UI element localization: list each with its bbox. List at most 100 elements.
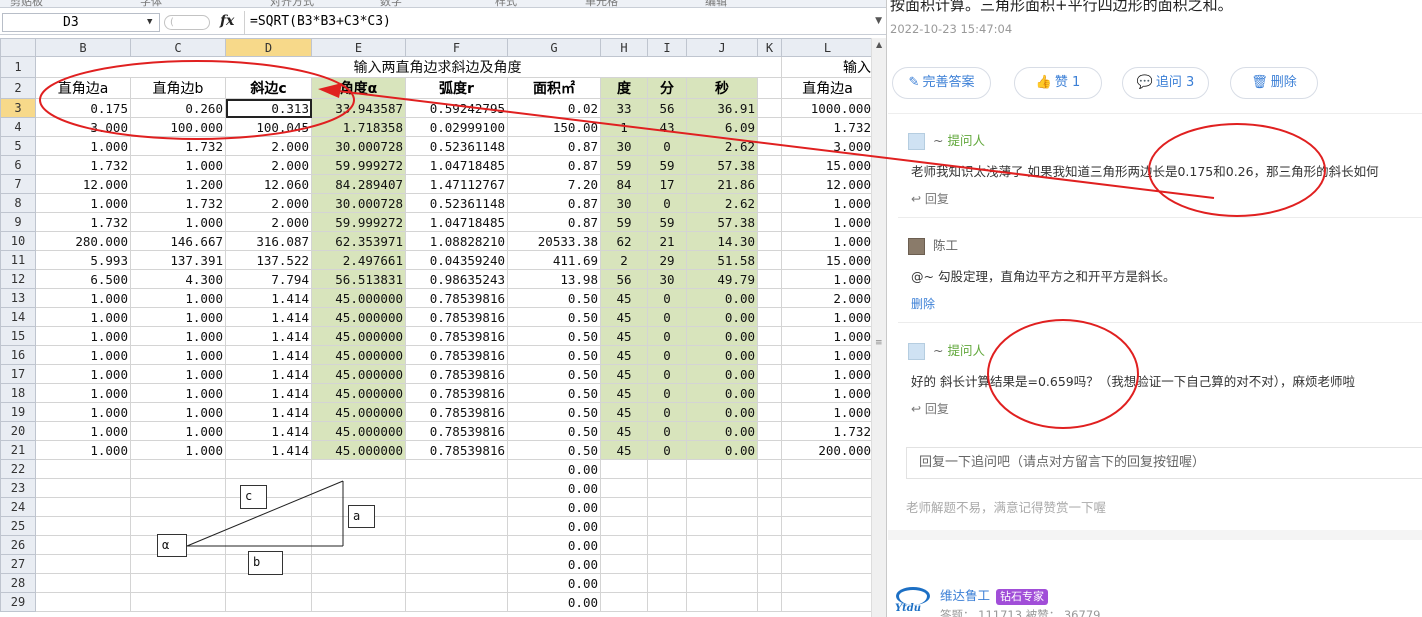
ribbon-group-number[interactable]: 数字 <box>380 0 402 7</box>
table-cell[interactable]: 1.718358 <box>311 117 406 137</box>
table-cell[interactable]: 0 <box>647 421 687 441</box>
vertical-scrollbar[interactable]: ▲ ≡ <box>871 38 886 617</box>
table-cell[interactable] <box>35 497 131 517</box>
table-cell[interactable]: 0.59242795 <box>405 98 508 118</box>
table-cell[interactable] <box>757 364 782 384</box>
table-cell[interactable]: 1 <box>600 117 648 137</box>
table-cell[interactable] <box>225 573 312 593</box>
table-cell[interactable]: 1.000 <box>130 383 226 403</box>
table-cell[interactable]: 45 <box>600 345 648 365</box>
table-cell[interactable] <box>757 98 782 118</box>
table-cell[interactable]: 21 <box>647 231 687 251</box>
table-cell[interactable] <box>781 478 874 498</box>
table-cell[interactable] <box>757 174 782 194</box>
table-cell[interactable]: 36.91 <box>686 98 758 118</box>
spreadsheet-grid[interactable]: BCDEFGHIJKL 1 输入两直角边求斜边及角度 输入 2 直角边a 直角边b… <box>0 38 874 612</box>
table-cell[interactable]: 2.000 <box>225 136 312 156</box>
table-cell[interactable]: 1000.000 <box>781 98 874 118</box>
ribbon-group-styles[interactable]: 样式 <box>495 0 517 7</box>
table-cell[interactable]: 1.000 <box>35 193 131 213</box>
ribbon-group-editing[interactable]: 编辑 <box>705 0 727 7</box>
table-cell[interactable]: 0 <box>647 364 687 384</box>
table-cell[interactable]: 1.000 <box>781 269 874 289</box>
table-cell[interactable]: 1.47112767 <box>405 174 508 194</box>
table-cell[interactable] <box>35 459 131 479</box>
table-cell[interactable]: 0 <box>647 288 687 308</box>
table-cell[interactable]: 0.00 <box>686 326 758 346</box>
table-cell[interactable]: 1.732 <box>781 117 874 137</box>
table-cell[interactable]: 30.000728 <box>311 136 406 156</box>
table-cell[interactable] <box>311 592 406 612</box>
header-cell[interactable]: 面积㎡ <box>507 77 601 99</box>
table-cell[interactable]: 0.50 <box>507 364 601 384</box>
row-header[interactable]: 14 <box>0 307 36 327</box>
row-header[interactable]: 18 <box>0 383 36 403</box>
table-cell[interactable]: 0.00 <box>686 383 758 403</box>
table-cell[interactable]: 30 <box>600 136 648 156</box>
table-cell[interactable] <box>225 478 312 498</box>
table-cell[interactable]: 1.414 <box>225 345 312 365</box>
table-cell[interactable]: 2.000 <box>781 288 874 308</box>
table-cell[interactable] <box>311 535 406 555</box>
table-cell[interactable]: 7.20 <box>507 174 601 194</box>
table-cell[interactable] <box>311 554 406 574</box>
row-header[interactable]: 6 <box>0 155 36 175</box>
table-cell[interactable]: 1.732 <box>130 193 226 213</box>
table-cell[interactable]: 1.200 <box>130 174 226 194</box>
delete-button[interactable]: 🗑 删除 <box>1230 67 1318 99</box>
table-cell[interactable]: 1.732 <box>35 155 131 175</box>
table-cell[interactable] <box>600 497 648 517</box>
avatar[interactable] <box>908 133 925 150</box>
table-cell[interactable]: 49.79 <box>686 269 758 289</box>
table-cell[interactable] <box>781 592 874 612</box>
row-header[interactable]: 13 <box>0 288 36 308</box>
table-cell[interactable]: 1.414 <box>225 402 312 422</box>
table-cell[interactable]: 137.522 <box>225 250 312 270</box>
table-cell[interactable]: 0.87 <box>507 155 601 175</box>
table-cell[interactable]: 137.391 <box>130 250 226 270</box>
table-cell[interactable] <box>647 497 687 517</box>
reply-button[interactable]: ↩ 回复 <box>911 190 949 207</box>
table-cell[interactable]: 411.69 <box>507 250 601 270</box>
table-cell[interactable]: 2.62 <box>686 136 758 156</box>
table-cell[interactable]: 1.000 <box>35 421 131 441</box>
table-cell[interactable]: 1.414 <box>225 364 312 384</box>
table-cell[interactable]: 62.353971 <box>311 231 406 251</box>
table-cell[interactable]: 1.000 <box>781 193 874 213</box>
table-cell[interactable] <box>35 573 131 593</box>
table-cell[interactable]: 0.00 <box>686 345 758 365</box>
row-header[interactable]: 15 <box>0 326 36 346</box>
column-header-k[interactable]: K <box>757 38 782 57</box>
table-cell[interactable] <box>781 459 874 479</box>
table-cell[interactable]: 0.50 <box>507 421 601 441</box>
table-cell[interactable] <box>686 592 758 612</box>
table-cell[interactable] <box>757 212 782 232</box>
table-cell[interactable] <box>757 136 782 156</box>
header-cell[interactable] <box>757 77 782 99</box>
table-cell[interactable]: 1.414 <box>225 307 312 327</box>
table-cell[interactable]: 4.300 <box>130 269 226 289</box>
row-header[interactable]: 17 <box>0 364 36 384</box>
table-cell[interactable] <box>686 459 758 479</box>
table-cell[interactable]: 0 <box>647 383 687 403</box>
expand-formula-bar-icon[interactable]: ▼ <box>875 16 882 26</box>
row-header[interactable]: 21 <box>0 440 36 460</box>
table-cell[interactable]: 0.50 <box>507 326 601 346</box>
select-all-corner[interactable] <box>0 38 36 57</box>
table-cell[interactable]: 1.000 <box>781 231 874 251</box>
table-cell[interactable]: 0.00 <box>686 307 758 327</box>
comment-user[interactable]: ~ <box>933 133 947 148</box>
row-header[interactable]: 10 <box>0 231 36 251</box>
table-cell[interactable]: 14.30 <box>686 231 758 251</box>
table-cell[interactable]: 0.50 <box>507 345 601 365</box>
table-cell[interactable]: 0.78539816 <box>405 421 508 441</box>
sheet-title-right-cell[interactable]: 输入 <box>781 56 874 78</box>
table-cell[interactable]: 1.000 <box>781 364 874 384</box>
table-cell[interactable]: 45.000000 <box>311 307 406 327</box>
row-header[interactable]: 4 <box>0 117 36 137</box>
table-cell[interactable]: 280.000 <box>35 231 131 251</box>
table-cell[interactable]: 45 <box>600 402 648 422</box>
table-cell[interactable] <box>405 478 508 498</box>
row-header[interactable]: 22 <box>0 459 36 479</box>
table-cell[interactable]: 0.260 <box>130 98 226 118</box>
